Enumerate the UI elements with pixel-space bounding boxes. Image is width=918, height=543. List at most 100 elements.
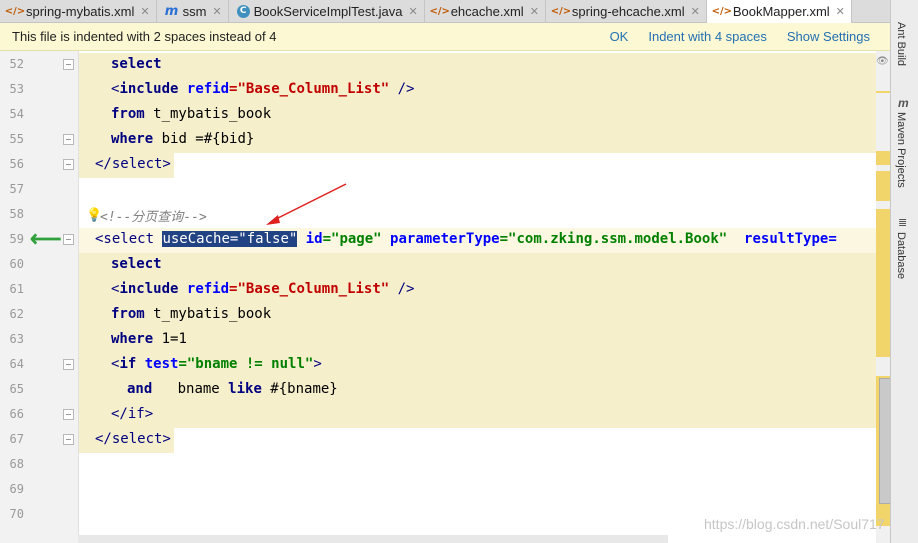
notification-message: This file is indented with 2 spaces inst… [12,29,277,44]
code-line: 55 where bid =#{bid} [0,128,876,153]
tab-bookmapper[interactable]: </> BookMapper.xml ✕ [706,0,852,23]
code-text: from t_mybatis_book [111,306,272,322]
close-icon[interactable]: ✕ [212,5,221,18]
code-text: <include refid="Base_Column_List" /> [111,81,415,97]
line-number: 53 [9,82,24,96]
line-number: 57 [9,182,24,196]
code-line: 60 select [0,253,876,278]
fold-marker[interactable] [63,409,74,420]
line-number: 54 [9,107,24,121]
line-number: 61 [9,282,24,296]
code-line: 66 </if> [0,403,876,428]
close-icon[interactable]: ✕ [140,5,149,18]
fold-marker[interactable] [63,159,74,170]
code-line: 58 💡 <!--分页查询--> [0,203,876,228]
ant-build-tab[interactable]: Ant Build [895,22,907,66]
line-number: 65 [9,382,24,396]
close-icon[interactable]: ✕ [691,5,700,18]
code-line: 57 [0,178,876,203]
code-text: select [111,56,162,72]
tab-label: BookServiceImplTest.java [253,3,403,19]
stripe-marker[interactable] [876,151,890,165]
module-icon: m [164,3,179,19]
code-comment: <!--分页查询--> [100,210,207,225]
line-number: 59 [9,232,24,246]
line-number: 67 [9,432,24,446]
code-text: <select useCache="false" id="page" param… [95,231,837,247]
tab-ssm[interactable]: m ssm ✕ [157,0,229,22]
tab-bookserviceimpltest[interactable]: C BookServiceImplTest.java ✕ [229,0,425,22]
stripe-marker[interactable] [876,209,890,357]
stripe-marker[interactable] [876,171,890,201]
code-line: 54 from t_mybatis_book [0,103,876,128]
code-line: 62 from t_mybatis_book [0,303,876,328]
code-line: 61 <include refid="Base_Column_List" /> [0,278,876,303]
horizontal-scrollbar[interactable] [78,535,668,543]
green-arrow-icon: ⟵ [30,226,62,251]
tab-spring-mybatis[interactable]: </> spring-mybatis.xml ✕ [0,0,157,22]
tab-label: ssm [182,3,207,19]
tab-ehcache[interactable]: </> ehcache.xml ✕ [425,0,546,22]
selected-usecache-attribute: useCache="false" [162,231,298,247]
line-number: 60 [9,257,24,271]
right-tool-window-bar: Ant Build m Maven Projects ≣ Database [890,0,918,543]
annotation-arrow-icon [266,183,347,225]
xml-file-icon: </> [429,5,450,17]
code-text: where 1=1 [111,331,187,347]
code-text: </select> [95,431,171,447]
close-icon[interactable]: ✕ [836,5,845,18]
maven-icon: m [898,96,909,110]
code-text: <include refid="Base_Column_List" /> [111,281,415,297]
show-settings-link[interactable]: Show Settings [787,29,870,44]
close-icon[interactable]: ✕ [408,5,417,18]
code-line: 52 select [0,53,876,78]
line-number: 66 [9,407,24,421]
xml-file-icon: </> [550,5,572,17]
indent-with-4-spaces-link[interactable]: Indent with 4 spaces [648,29,767,44]
code-line: 67 </select> [0,428,876,453]
tab-label: spring-mybatis.xml [26,3,135,19]
maven-projects-tab[interactable]: Maven Projects [895,112,907,188]
code-editor[interactable]: 52 select 53 <include refid="Base_Column… [0,51,876,543]
editor-tab-bar: </> spring-mybatis.xml ✕ m ssm ✕ C BookS… [0,0,890,23]
line-number: 52 [9,57,24,71]
code-text: select [111,256,162,272]
code-line: 68 [0,453,876,478]
fold-marker[interactable] [63,359,74,370]
line-number: 56 [9,157,24,171]
line-number: 68 [9,457,24,471]
fold-marker[interactable] [63,234,74,245]
code-line: 56 </select> [0,153,876,178]
code-line: 69 [0,478,876,503]
tab-label: spring-ehcache.xml [571,3,685,19]
code-line: 53 <include refid="Base_Column_List" /> [0,78,876,103]
xml-file-icon: </> [4,5,26,17]
code-line: 63 where 1=1 [0,328,876,353]
tab-label: ehcache.xml [450,3,524,19]
code-text: </if> [111,406,154,422]
eye-icon[interactable]: 👁 [876,56,889,67]
code-text: from t_mybatis_book [111,106,272,122]
code-text: </select> [95,156,171,172]
watermark: https://blog.csdn.net/Soul717 [704,516,885,532]
line-number: 55 [9,132,24,146]
code-line: 65 and bname like #{bname} [0,378,876,403]
code-line: 64 <if test="bname != null"> [0,353,876,378]
xml-file-icon: </> [711,6,733,17]
fold-marker[interactable] [63,59,74,70]
stripe-marker[interactable] [876,91,890,93]
code-line-current: 59 ⟵ <select useCache="false" id="page" … [0,228,876,253]
line-number: 70 [9,507,24,521]
code-text: where bid =#{bid} [111,131,255,147]
fold-marker[interactable] [63,434,74,445]
line-number: 62 [9,307,24,321]
code-text: <if test="bname != null"> [111,356,322,372]
close-icon[interactable]: ✕ [530,5,539,18]
ok-link[interactable]: OK [610,29,629,44]
line-number: 64 [9,357,24,371]
fold-marker[interactable] [63,134,74,145]
database-icon: ≣ [898,217,908,229]
tab-spring-ehcache[interactable]: </> spring-ehcache.xml ✕ [546,0,707,22]
database-tab[interactable]: Database [895,232,907,279]
indent-notification-bar: This file is indented with 2 spaces inst… [0,23,890,51]
